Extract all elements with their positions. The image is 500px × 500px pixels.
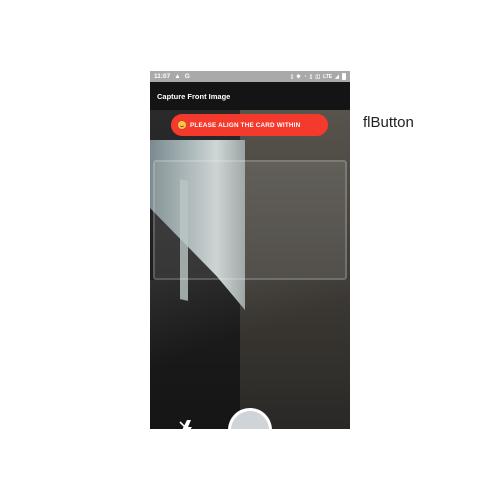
signal-icon: ◢ <box>335 73 339 80</box>
app-bar: Capture Front Image <box>150 82 350 110</box>
bluetooth-icon: ✱ <box>296 73 301 80</box>
side-label: flButton <box>363 114 414 131</box>
page-title: Capture Front Image <box>157 91 231 101</box>
status-right: ▯ ✱ ◔ ▯ ◫ LTE ◢ <box>291 73 346 80</box>
status-time: 11:07 <box>154 73 171 80</box>
battery-icon <box>342 73 346 80</box>
volte-icon: ▯ <box>290 73 294 80</box>
alignment-banner: PLEASE ALIGN THE CARD WITHIN <box>171 114 328 136</box>
status-left: 11:07 ▲ G <box>154 73 190 80</box>
nfc-icon: ◫ <box>315 73 321 80</box>
shutter-button-inner <box>231 411 269 429</box>
camera-scene-floor <box>150 280 350 429</box>
vibrate-icon: ▯ <box>309 73 313 80</box>
warning-icon: ▲ <box>174 73 181 80</box>
canvas: 11:07 ▲ G ▯ ✱ ◔ ▯ ◫ LTE ◢ Capture Front … <box>0 0 500 500</box>
alarm-icon: ◔ <box>303 73 307 80</box>
lte-icon: LTE <box>323 73 333 80</box>
phone-screen: 11:07 ▲ G ▯ ✱ ◔ ▯ ◫ LTE ◢ Capture Front … <box>150 71 350 429</box>
banner-text: PLEASE ALIGN THE CARD WITHIN <box>190 121 301 129</box>
status-bar: 11:07 ▲ G ▯ ✱ ◔ ▯ ◫ LTE ◢ <box>150 71 350 82</box>
smiley-icon <box>178 121 186 129</box>
camera-preview[interactable] <box>150 110 350 429</box>
card-alignment-frame <box>153 160 347 280</box>
sync-icon: G <box>184 73 190 80</box>
flash-off-icon[interactable] <box>178 419 196 429</box>
